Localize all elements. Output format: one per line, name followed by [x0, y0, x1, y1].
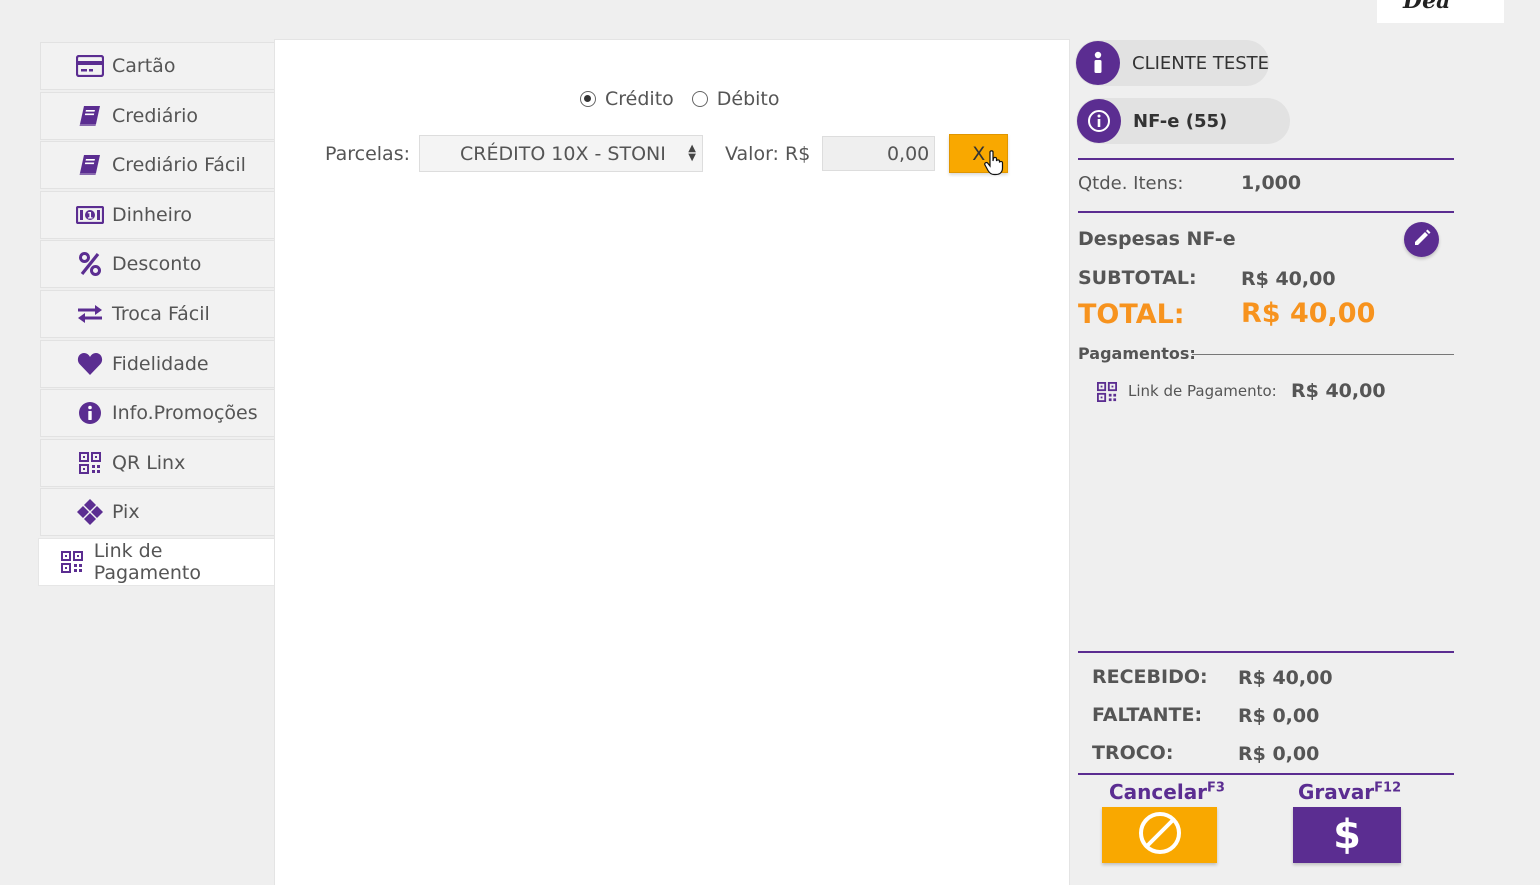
sidebar-item-crediario[interactable]: Crediário [40, 91, 274, 140]
book-icon [75, 104, 105, 128]
payment-form-panel: Crédito Débito Parcelas: CRÉDITO 10X - S… [274, 39, 1070, 885]
items-qty-value: 1,000 [1241, 172, 1302, 194]
cancel-icon [1137, 810, 1183, 860]
change-value: R$ 0,00 [1238, 743, 1320, 765]
pix-icon [75, 499, 105, 526]
info-icon [1077, 99, 1121, 143]
client-name: CLIENTE TESTE [1132, 52, 1269, 74]
cancel-button[interactable] [1102, 807, 1217, 863]
total-label: TOTAL: [1078, 299, 1185, 330]
sidebar-item-label: Fidelidade [112, 352, 209, 375]
qrcode-icon [57, 550, 87, 574]
sidebar-item-dinheiro[interactable]: 1 Dinheiro [40, 190, 274, 239]
edit-expenses-button[interactable] [1404, 222, 1439, 257]
cancel-label: CancelarF3 [1109, 780, 1225, 804]
divider [1078, 773, 1454, 775]
brand-logo: Dea [1377, 0, 1504, 23]
order-summary-panel: CLIENTE TESTE NF-e (55) Qtde. Itens: 1,0… [1075, 40, 1455, 885]
items-qty-label: Qtde. Itens: [1078, 173, 1184, 194]
exchange-icon [75, 302, 105, 326]
svg-text:1: 1 [87, 211, 93, 221]
credit-radio[interactable]: Crédito [580, 88, 674, 110]
divider [1078, 651, 1454, 653]
sidebar-item-troca-facil[interactable]: Troca Fácil [40, 289, 274, 338]
sidebar-item-info-promocoes[interactable]: Info.Promoções [40, 389, 274, 438]
sidebar-item-label: QR Linx [112, 451, 186, 474]
clear-button[interactable]: X [949, 134, 1009, 176]
sidebar-item-label: Cartão [112, 55, 176, 77]
amount-value: 0,00 [886, 142, 930, 165]
sidebar-item-link-de-pagamento[interactable]: Link de Pagamento [38, 537, 274, 586]
info-icon [75, 401, 105, 425]
money-icon: 1 [75, 203, 105, 227]
save-label: GravarF12 [1298, 780, 1402, 804]
missing-value: R$ 0,00 [1238, 705, 1320, 727]
debit-radio[interactable]: Débito [691, 88, 780, 110]
credit-radio-label: Crédito [605, 88, 674, 110]
subtotal-value: R$ 40,00 [1241, 268, 1336, 290]
total-value: R$ 40,00 [1241, 298, 1376, 329]
sidebar-item-pix[interactable]: Pix [40, 488, 274, 537]
sidebar-item-label: Info.Promoções [112, 402, 258, 425]
sidebar-item-label: Crediário [112, 104, 199, 127]
percent-icon [75, 252, 105, 277]
received-value: R$ 40,00 [1238, 667, 1333, 689]
document-type: NF-e (55) [1133, 110, 1228, 132]
person-icon [1076, 41, 1120, 85]
sidebar-item-label: Crediário Fácil [112, 154, 246, 177]
divider [1078, 158, 1454, 160]
installments-row: Parcelas: CRÉDITO 10X - STONI ▲ ▼ Valor: … [325, 134, 1009, 176]
sidebar-item-label: Desconto [112, 253, 202, 276]
pencil-icon [1413, 229, 1431, 251]
payment-method-label: Link de Pagamento: [1128, 382, 1277, 400]
card-type-radio-group: Crédito Débito [580, 88, 798, 110]
cancel-shortcut: F3 [1207, 780, 1225, 796]
subtotal-label: SUBTOTAL: [1078, 267, 1197, 289]
installments-select[interactable]: CRÉDITO 10X - STONI ▲ ▼ [419, 135, 703, 172]
divider [1078, 211, 1454, 213]
qrcode-icon [75, 451, 105, 475]
sidebar-item-desconto[interactable]: Desconto [40, 240, 274, 289]
select-arrows-icon: ▲ ▼ [688, 143, 696, 163]
sidebar-item-fidelidade[interactable]: Fidelidade [40, 339, 274, 388]
sidebar-item-label: Link de Pagamento [93, 539, 201, 584]
amount-input[interactable]: 0,00 [822, 136, 936, 171]
save-shortcut: F12 [1374, 780, 1402, 796]
sidebar-item-label: Pix [112, 501, 140, 524]
save-button[interactable]: $ [1293, 807, 1401, 863]
payment-methods-sidebar: Cartão Crediário Crediário Fácil 1 Dinhe… [38, 42, 274, 588]
expenses-label: Despesas NF-e [1078, 228, 1236, 250]
sidebar-item-crediario-facil[interactable]: Crediário Fácil [40, 141, 274, 190]
document-type-pill[interactable]: NF-e (55) [1076, 98, 1290, 144]
qrcode-icon [1097, 382, 1117, 406]
payments-label: Pagamentos: [1078, 344, 1196, 363]
debit-radio-button[interactable] [691, 91, 708, 107]
credit-radio-button[interactable] [580, 91, 596, 107]
heart-icon [75, 352, 105, 376]
amount-label: Valor: R$ [725, 142, 811, 165]
dollar-icon: $ [1333, 812, 1361, 858]
change-label: TROCO: [1092, 742, 1174, 764]
book-icon [75, 153, 105, 177]
sidebar-item-label: Troca Fácil [112, 302, 210, 325]
installments-label: Parcelas: [325, 142, 410, 165]
payment-entry: Link de Pagamento: R$ 40,00 [1097, 380, 1437, 406]
credit-card-icon [75, 54, 105, 78]
installments-selected-value: CRÉDITO 10X - STONI [460, 142, 666, 165]
payment-method-value: R$ 40,00 [1291, 380, 1386, 402]
payments-divider [1192, 354, 1454, 355]
missing-label: FALTANTE: [1092, 704, 1203, 726]
client-pill[interactable]: CLIENTE TESTE [1075, 40, 1269, 86]
sidebar-item-label: Dinheiro [112, 203, 192, 226]
hand-cursor-icon [984, 150, 1006, 181]
received-label: RECEBIDO: [1092, 666, 1208, 688]
sidebar-item-cartao[interactable]: Cartão [40, 42, 274, 90]
debit-radio-label: Débito [716, 88, 780, 110]
sidebar-item-qr-linx[interactable]: QR Linx [40, 438, 274, 487]
